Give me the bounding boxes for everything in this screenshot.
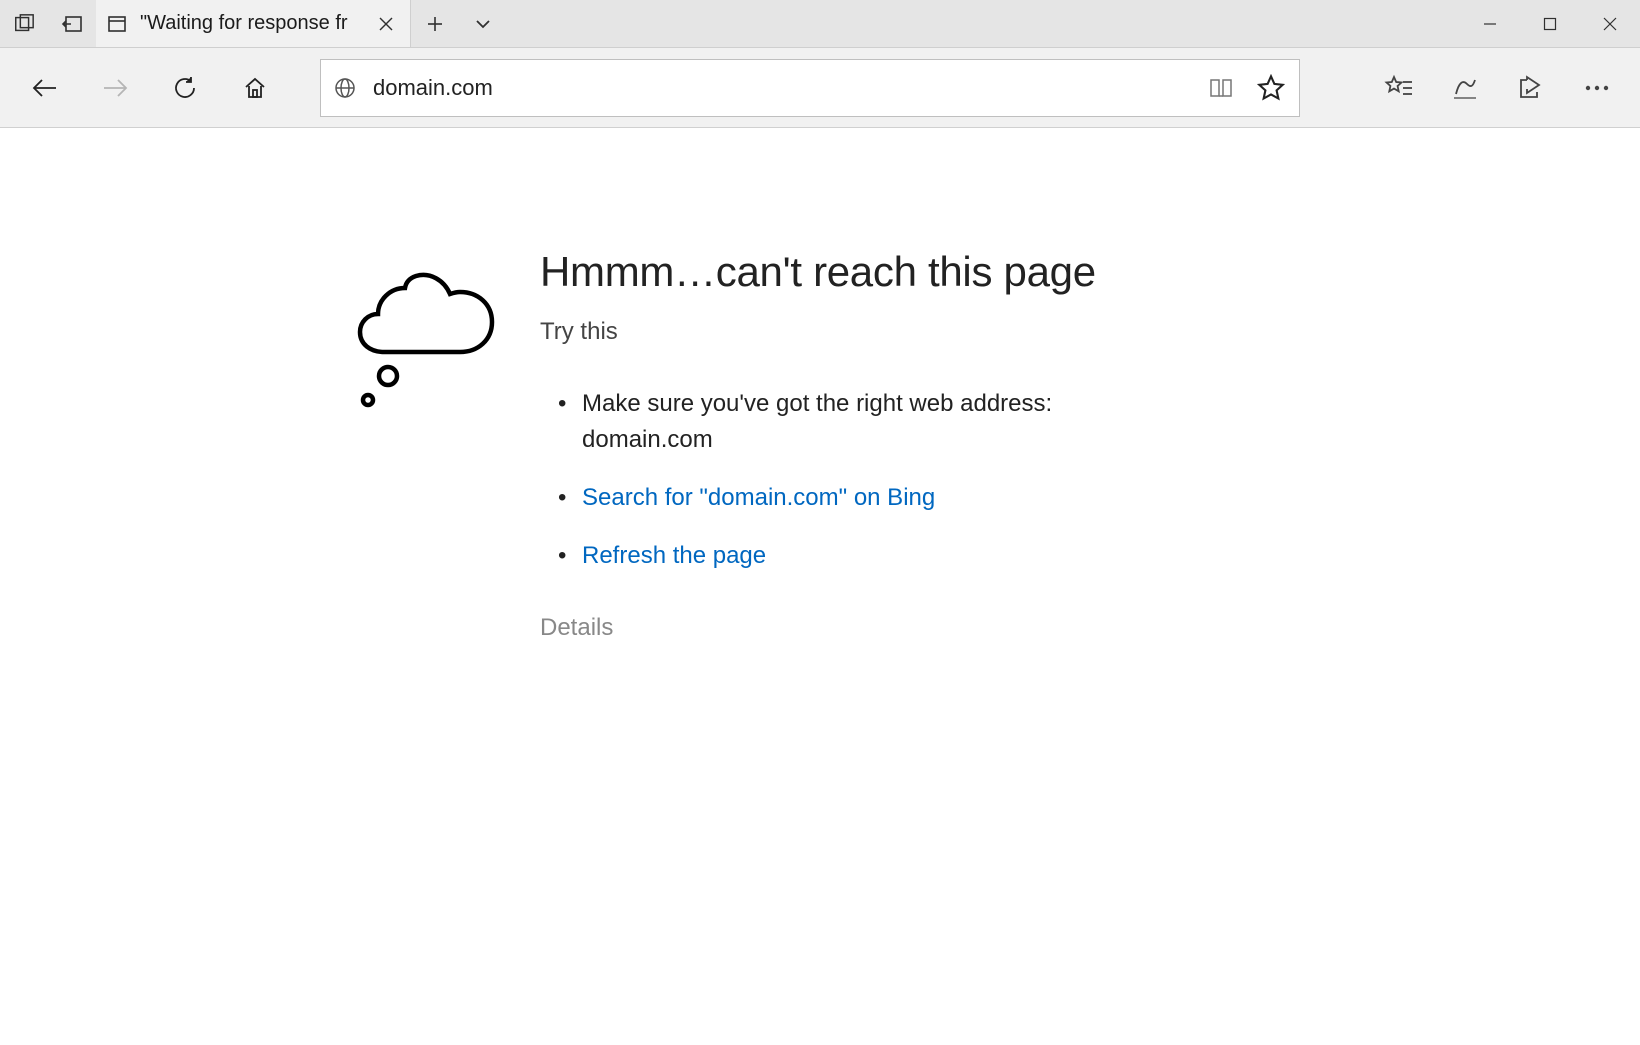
error-body: Hmmm…can't reach this page Try this Make… (540, 248, 1180, 642)
titlebar: "Waiting for response fr (0, 0, 1640, 48)
new-tab-button[interactable] (411, 0, 459, 47)
tab-preview-dropdown[interactable] (459, 0, 507, 47)
error-page: Hmmm…can't reach this page Try this Make… (0, 128, 1640, 642)
toolbar (0, 48, 1640, 128)
refresh-page-link[interactable]: Refresh the page (582, 542, 766, 569)
close-window-button[interactable] (1580, 0, 1640, 47)
thought-cloud-icon (350, 258, 510, 418)
maximize-button[interactable] (1520, 0, 1580, 47)
favorite-star-icon[interactable] (1253, 70, 1289, 106)
suggestion-list: Make sure you've got the right web addre… (540, 386, 1180, 574)
notes-button[interactable] (1432, 59, 1498, 117)
toolbar-right (1366, 59, 1630, 117)
set-aside-tabs-icon[interactable] (0, 0, 48, 47)
browser-tab[interactable]: "Waiting for response fr (96, 0, 411, 47)
back-button[interactable] (10, 59, 80, 117)
forward-button[interactable] (80, 59, 150, 117)
address-input[interactable] (373, 75, 1189, 101)
minimize-button[interactable] (1460, 0, 1520, 47)
search-bing-link[interactable]: Search for "domain.com" on Bing (582, 484, 935, 511)
tabs-aside-icon[interactable] (48, 0, 96, 47)
window-controls (1460, 0, 1640, 47)
page-favicon-icon (106, 13, 128, 35)
tab-actions (0, 0, 96, 47)
suggestion-check-address: Make sure you've got the right web addre… (540, 386, 1180, 458)
tab-close-button[interactable] (372, 10, 400, 38)
refresh-button[interactable] (150, 59, 220, 117)
reading-view-icon[interactable] (1203, 70, 1239, 106)
error-subtitle: Try this (540, 318, 1180, 346)
site-identity-icon[interactable] (331, 74, 359, 102)
tab-title: "Waiting for response fr (140, 12, 360, 35)
suggestion-refresh: Refresh the page (540, 538, 1180, 574)
details-toggle[interactable]: Details (540, 614, 1180, 642)
favorites-hub-button[interactable] (1366, 59, 1432, 117)
settings-menu-button[interactable] (1564, 59, 1630, 117)
home-button[interactable] (220, 59, 290, 117)
share-button[interactable] (1498, 59, 1564, 117)
error-title: Hmmm…can't reach this page (540, 248, 1180, 296)
suggestion-search: Search for "domain.com" on Bing (540, 480, 1180, 516)
address-bar[interactable] (320, 59, 1300, 117)
